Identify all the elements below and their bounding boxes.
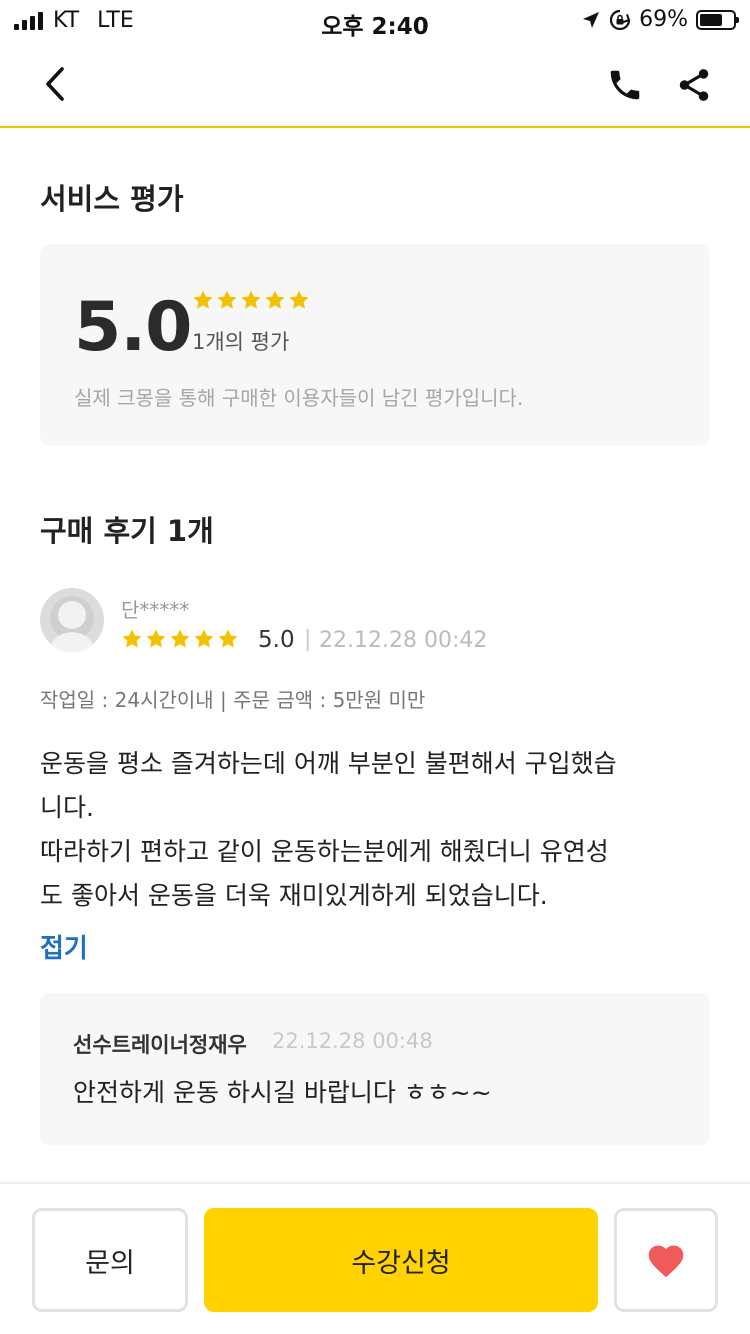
nav-bar	[0, 42, 750, 128]
review-line: 따라하기 편하고 같이 운동하는분에게 해줬더니 유연성	[40, 837, 609, 866]
battery-icon	[696, 9, 739, 30]
review-stars	[121, 628, 239, 650]
battery-level-fill	[700, 13, 723, 26]
star-icon	[146, 629, 166, 648]
star-icon	[122, 629, 142, 648]
reply-text: 안전하게 운동 하시길 바랍니다 ㅎㅎ~~	[73, 1078, 492, 1107]
default-avatar-icon	[40, 588, 104, 652]
back-chevron-icon[interactable]	[36, 64, 76, 104]
star-icon	[193, 290, 213, 309]
service-rating-title: 서비스 평가	[40, 182, 184, 216]
avatar	[40, 588, 104, 652]
reply-date: 22.12.28 00:48	[272, 1029, 433, 1053]
reply-author: 선수트레이너정재우	[73, 1033, 247, 1057]
apply-button[interactable]: 수강신청	[204, 1208, 598, 1312]
star-icon	[241, 290, 261, 309]
review-line: 운동을 평소 즐겨하는데 어깨 부분인 불편해서 구입했습	[40, 749, 617, 778]
review-date: 22.12.28 00:42	[319, 628, 488, 653]
status-right: 69%	[581, 7, 739, 32]
rating-note: 실제 크몽을 통해 구매한 이용자들이 남긴 평가입니다.	[74, 386, 524, 410]
phone-icon[interactable]	[606, 66, 644, 104]
reviewer-name: 단*****	[121, 598, 190, 622]
rotation-lock-icon	[610, 9, 631, 30]
location-arrow-icon	[583, 11, 600, 28]
rating-score: 5.0	[74, 288, 192, 367]
like-button[interactable]	[614, 1208, 718, 1312]
battery-percent: 69%	[639, 7, 688, 32]
star-icon	[289, 290, 309, 309]
rating-summary-card: 5.0 1개의 평가 실제 크몽을 통해 구매한 이용자들이 남긴 평가입니다.	[40, 244, 710, 446]
share-icon[interactable]	[675, 66, 713, 104]
star-icon	[170, 629, 190, 648]
review-line: 니다.	[40, 793, 94, 822]
star-icon	[194, 629, 214, 648]
status-bar: KT LTE 오후 2:40 69%	[0, 0, 750, 40]
reviews-title: 구매 후기 1개	[40, 514, 214, 548]
collapse-link[interactable]: 접기	[40, 928, 88, 965]
seller-reply-card: 선수트레이너정재우 22.12.28 00:48 안전하게 운동 하시길 바랍니…	[40, 993, 710, 1145]
review-body: 운동을 평소 즐겨하는데 어깨 부분인 불편해서 구입했습 니다. 따라하기 편…	[40, 742, 720, 918]
rating-stars	[192, 289, 310, 311]
star-icon	[265, 290, 285, 309]
bottom-action-bar: 문의 수강신청	[0, 1182, 750, 1334]
work-info: 작업일 : 24시간이내 | 주문 금액 : 5만원 미만	[40, 688, 426, 712]
review-score: 5.0	[258, 627, 295, 653]
rating-count: 1개의 평가	[192, 330, 290, 354]
star-icon	[218, 629, 238, 648]
inquiry-button[interactable]: 문의	[32, 1208, 188, 1312]
review-divider: |	[304, 627, 312, 652]
review-line: 도 좋아서 운동을 더욱 재미있게하게 되었습니다.	[40, 881, 548, 910]
heart-icon	[648, 1245, 684, 1278]
star-icon	[217, 290, 237, 309]
